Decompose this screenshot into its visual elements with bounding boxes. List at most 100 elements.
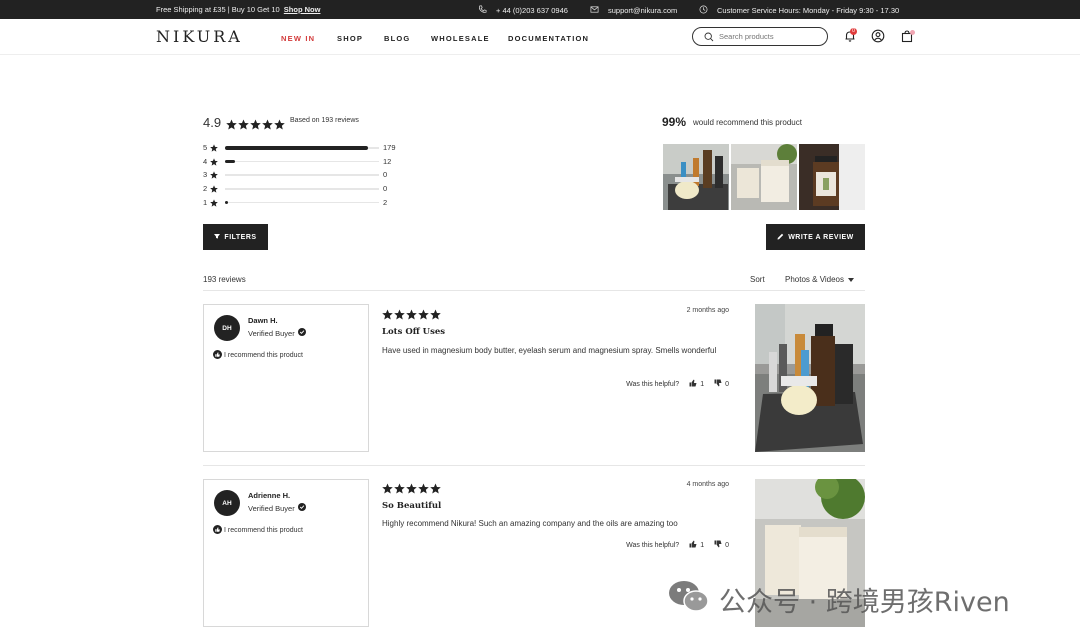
review-date: 4 months ago [686,481,729,488]
star-icon [226,117,237,135]
recommend-note: I recommend this product [213,350,303,361]
author-name: Dawn H. [248,316,278,325]
nav-blog[interactable]: BLOG [384,34,410,43]
promo-text: Free Shipping at £35 | Buy 10 Get 10 [156,5,280,14]
wechat-logo-icon [667,578,711,621]
watermark: 公众号 · 跨境男孩Riven [667,578,1010,621]
review-author-card: DH Dawn H. Verified Buyer I recommend th… [203,304,369,452]
check-circle-icon [297,503,306,513]
nav-shop[interactable]: SHOP [337,34,363,43]
rating-bar-row[interactable]: 12 [203,198,403,208]
star-icon [382,307,393,325]
star-icon [238,117,249,135]
review-photo-thumb[interactable] [663,144,729,210]
filters-button[interactable]: FILTERS [203,224,268,250]
email-contact[interactable]: support@nikura.com [590,5,677,16]
star-icon [418,307,429,325]
thumbs-up-icon[interactable] [689,540,697,550]
review-stars [382,481,441,499]
review-photo-thumb[interactable] [799,144,865,210]
review-title: Lots Off Uses [382,327,446,337]
star-icon [418,481,429,499]
phone-number: + 44 (0)203 637 0946 [496,6,568,15]
rating-bar-row[interactable]: 30 [203,170,403,180]
helpful-vote: Was this helpful? 1 0 [560,379,729,389]
phone-contact[interactable]: + 44 (0)203 637 0946 [478,5,568,16]
write-review-button[interactable]: WRITE A REVIEW [766,224,865,250]
rating-bar-label: 3 [203,170,208,180]
logo[interactable]: NIKURA [156,27,243,46]
star-icon [274,117,285,135]
rating-bar-fill [225,200,228,205]
announcement-bar: Free Shipping at £35 | Buy 10 Get 10 Sho… [0,0,1080,19]
verified-label: Verified Buyer [248,503,295,513]
review-photo-thumb[interactable] [731,144,797,210]
star-icon [406,307,417,325]
star-icon [210,144,218,152]
wishlist-badge: 0 [850,28,857,35]
search-box[interactable] [692,27,828,46]
star-icon [262,117,273,135]
thumbs-up-icon[interactable] [689,379,697,389]
author-name: Adrienne H. [248,491,291,500]
caret-down-icon [848,275,855,284]
email-address: support@nikura.com [608,6,678,15]
review-body: Highly recommend Nikura! Such an amazing… [382,519,678,528]
rating-bar-count: 0 [383,170,388,180]
star-icon [394,481,405,499]
account-button[interactable] [871,29,885,43]
write-review-label: WRITE A REVIEW [788,233,854,241]
user-icon [871,29,885,47]
thumbs-down-icon[interactable] [714,379,722,389]
phone-icon [478,5,487,16]
helpful-label: Was this helpful? [626,380,680,388]
star-icon [210,171,218,179]
recommend-note: I recommend this product [213,525,303,536]
rating-bar-label: 5 [203,143,208,152]
rating-bar-track [225,200,379,205]
rating-bar-row[interactable]: 5 179 [203,143,403,153]
thumbs-down-icon[interactable] [714,540,722,550]
watermark-text: 公众号 · 跨境男孩Riven [719,587,1010,618]
sort-dropdown[interactable]: Photos & Videos [785,275,855,284]
clock-icon [699,5,708,16]
site-header: NIKURA NEW IN SHOP BLOG WHOLESALE DOCUME… [0,19,1080,55]
rating-bar-count: 179 [383,143,396,152]
nav-documentation[interactable]: DOCUMENTATION [508,34,589,43]
service-hours: Customer Service Hours: Monday - Friday … [699,5,899,16]
promo-message: Free Shipping at £35 | Buy 10 Get 10 Sho… [156,5,320,14]
thumbs-up-circle-icon [213,525,222,536]
nav-new-in[interactable]: NEW IN [281,34,315,43]
recommend-text: I recommend this product [224,527,303,534]
star-icon [394,307,405,325]
average-rating: 4.9 [203,115,222,130]
rating-bar-label: 1 [203,197,208,207]
filters-label: FILTERS [224,233,257,241]
thumbs-up-circle-icon [213,350,222,361]
nav-wholesale[interactable]: WHOLESALE [431,34,490,43]
star-icon [250,117,261,135]
review-title: So Beautiful [382,501,442,511]
mail-icon [590,5,599,16]
downvote-count: 0 [725,541,729,549]
recommend-percentage: 99% [662,115,687,129]
verified-badge: Verified Buyer [248,503,306,513]
review-stars [382,307,441,325]
rating-bar-row[interactable]: 4 12 [203,157,403,167]
star-icon [382,481,393,499]
review-count: 193 reviews [203,275,246,284]
upvote-count: 1 [700,541,705,549]
avatar: DH [214,315,240,341]
review-photo[interactable] [755,304,865,452]
rating-bar-count: 0 [383,184,388,194]
sort-value: Photos & Videos [785,275,845,284]
search-input[interactable] [719,30,819,43]
cart-indicator [910,30,915,35]
avatar: AH [214,490,240,516]
review-body: Have used in magnesium body butter, eyel… [382,346,717,355]
check-circle-icon [297,328,306,338]
rating-bar-label: 4 [203,156,208,166]
star-icon [210,199,218,207]
rating-bar-row[interactable]: 20 [203,184,403,194]
shop-now-link[interactable]: Shop Now [284,5,321,14]
